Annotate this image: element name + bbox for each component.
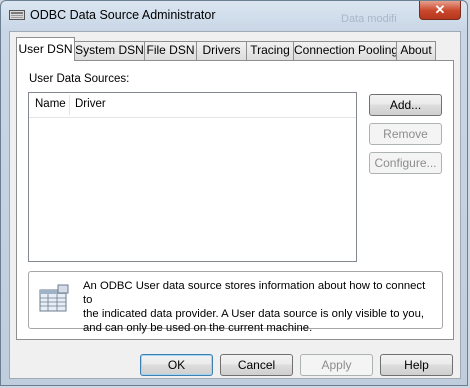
background-window-text: Data modifi bbox=[341, 13, 397, 25]
dialog-client-area: User DSN System DSN File DSN Drivers Tra… bbox=[9, 31, 461, 379]
ok-button[interactable]: OK bbox=[140, 354, 213, 376]
tab-label: About bbox=[400, 43, 432, 57]
data-sources-list[interactable]: Name Driver bbox=[28, 92, 357, 262]
tab-system-dsn[interactable]: System DSN bbox=[74, 41, 145, 60]
close-icon: ✕ bbox=[434, 2, 446, 17]
cancel-button[interactable]: Cancel bbox=[220, 354, 293, 376]
column-header-driver[interactable]: Driver bbox=[75, 98, 106, 110]
info-line: the indicated data provider. A User data… bbox=[83, 308, 424, 320]
column-header-name[interactable]: Name bbox=[35, 98, 66, 110]
tab-drivers[interactable]: Drivers bbox=[196, 41, 247, 60]
tab-label: Connection Pooling bbox=[294, 43, 399, 57]
user-dsn-panel: User Data Sources: Name Driver Add... Re… bbox=[16, 60, 454, 340]
tab-label: System DSN bbox=[75, 43, 144, 57]
info-box: An ODBC User data source stores informat… bbox=[28, 271, 443, 334]
odbc-admin-window: ODBC Data Source Administrator Data modi… bbox=[0, 0, 468, 386]
info-line: An ODBC User data source stores informat… bbox=[83, 280, 426, 306]
close-button[interactable]: ✕ bbox=[419, 1, 461, 20]
remove-button[interactable]: Remove bbox=[369, 123, 442, 145]
tab-connection-pooling[interactable]: Connection Pooling bbox=[293, 41, 399, 60]
tab-label: Drivers bbox=[202, 43, 241, 57]
user-data-sources-label: User Data Sources: bbox=[29, 73, 130, 85]
column-divider[interactable] bbox=[69, 95, 70, 115]
tab-tracing[interactable]: Tracing bbox=[246, 41, 294, 60]
tab-label: Tracing bbox=[250, 43, 290, 57]
add-button[interactable]: Add... bbox=[369, 94, 442, 116]
configure-button[interactable]: Configure... bbox=[369, 152, 442, 174]
tab-file-dsn[interactable]: File DSN bbox=[144, 41, 197, 60]
info-text: An ODBC User data source stores informat… bbox=[83, 279, 433, 335]
window-title: ODBC Data Source Administrator bbox=[30, 8, 216, 22]
apply-button[interactable]: Apply bbox=[300, 354, 373, 376]
tab-user-dsn[interactable]: User DSN bbox=[16, 37, 75, 61]
tab-label: User DSN bbox=[18, 42, 73, 56]
list-header: Name Driver bbox=[29, 93, 356, 118]
tab-about[interactable]: About bbox=[396, 41, 436, 60]
data-source-table-icon bbox=[39, 284, 69, 312]
info-line: and can only be used on the current mach… bbox=[83, 322, 313, 334]
tab-label: File DSN bbox=[146, 43, 195, 57]
odbc-app-icon bbox=[9, 10, 25, 20]
help-button[interactable]: Help bbox=[380, 354, 453, 376]
title-bar[interactable]: ODBC Data Source Administrator Data modi… bbox=[1, 1, 467, 29]
